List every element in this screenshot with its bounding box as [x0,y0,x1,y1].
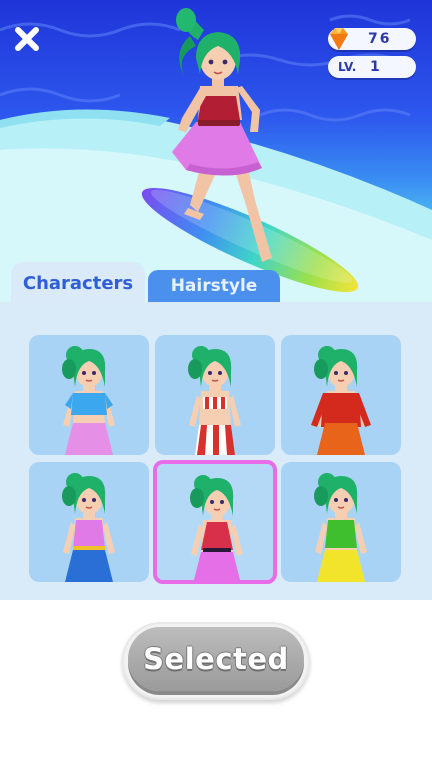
selected-button[interactable]: Selected [122,622,310,700]
character-card[interactable] [153,460,277,584]
character-card[interactable] [155,335,275,455]
character-card[interactable] [281,335,401,455]
character-card[interactable] [29,335,149,455]
gem-count: 76 [368,31,392,47]
character-portrait [190,475,243,580]
character-portrait [62,473,115,582]
level-value: 1 [370,59,380,75]
diamond-icon [330,28,348,50]
character-portrait [188,346,241,455]
gem-counter: 76 [328,28,416,50]
character-portrait [62,346,115,455]
character-grid [0,302,432,600]
close-x-icon [15,27,39,51]
selected-button-face: Selected [128,627,304,691]
game-scene: 76 LV. 1 [0,0,432,302]
character-portrait [314,473,367,582]
character-card[interactable] [281,462,401,582]
character-card[interactable] [29,462,149,582]
level-indicator: LV. 1 [328,56,416,78]
character-portrait [311,346,371,455]
selected-button-label: Selected [143,642,289,676]
close-button[interactable] [10,22,44,56]
tab-characters[interactable]: Characters [11,262,145,304]
tab-hairstyle[interactable]: Hairstyle [148,270,280,302]
level-label: LV. [338,60,357,74]
